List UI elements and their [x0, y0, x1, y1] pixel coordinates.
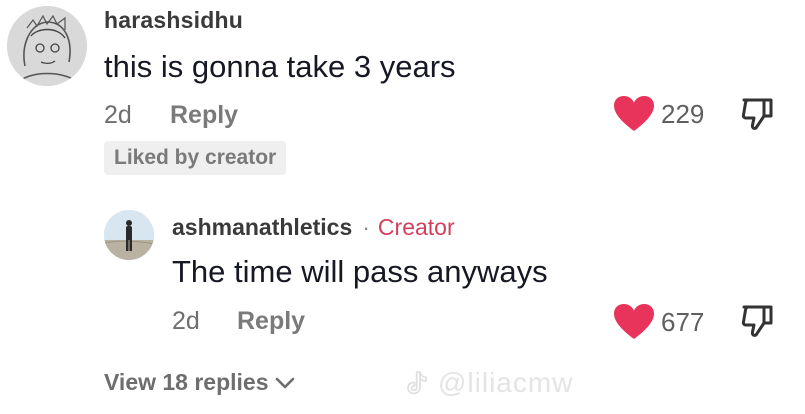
reply-author-row: ashmanathletics · Creator: [172, 214, 455, 241]
view-replies-button[interactable]: View 18 replies: [104, 369, 295, 396]
watermark-text: @liliacmw: [438, 367, 574, 398]
liked-by-creator-badge: Liked by creator: [104, 141, 287, 175]
creator-label: Creator: [377, 214, 455, 240]
reply-button[interactable]: Reply: [237, 307, 305, 336]
reply-timestamp: 2d: [172, 307, 200, 335]
dislike-button[interactable]: [740, 303, 776, 339]
heart-icon: [614, 304, 654, 339]
thumbs-down-icon: [741, 305, 773, 337]
avatar[interactable]: [104, 210, 154, 260]
like-button[interactable]: 677: [613, 302, 704, 342]
view-replies-label: View 18 replies: [104, 369, 269, 395]
like-button[interactable]: 229: [613, 94, 704, 134]
chevron-down-icon: [275, 377, 294, 388]
reply-username[interactable]: ashmanathletics: [172, 214, 352, 241]
sketch-avatar-icon: [7, 6, 87, 86]
like-count: 677: [661, 306, 705, 337]
comment-timestamp: 2d: [104, 101, 132, 129]
comment-username[interactable]: harashsidhu: [104, 7, 243, 34]
tiktok-logo-icon: [407, 371, 427, 395]
avatar[interactable]: [7, 6, 87, 86]
reply-text: The time will pass anyways: [172, 254, 548, 289]
dislike-button[interactable]: [740, 96, 776, 132]
separator-dot: ·: [362, 214, 370, 240]
heart-icon: [614, 96, 654, 131]
like-count: 229: [661, 98, 705, 129]
comment-text: this is gonna take 3 years: [104, 49, 456, 84]
thumbs-down-icon: [741, 98, 773, 130]
reply-button[interactable]: Reply: [170, 101, 238, 130]
person-photo-avatar-icon: [104, 210, 154, 260]
watermark: @liliacmw: [404, 367, 573, 399]
